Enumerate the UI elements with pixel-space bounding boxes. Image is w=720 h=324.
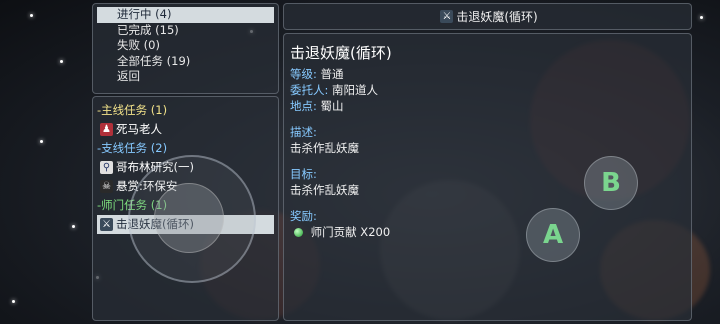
skull-icon: ☠: [100, 180, 113, 193]
category-main[interactable]: -主线任务 (1): [97, 101, 274, 120]
desc-value: 击杀作乱妖魔: [290, 141, 359, 155]
gem-icon: [294, 228, 303, 237]
desc-label: 描述:: [290, 125, 317, 139]
sword-icon: ⚔: [100, 218, 113, 231]
client-label: 委托人:: [290, 83, 329, 97]
reward-value: 师门贡献 X200: [310, 225, 391, 239]
quest-location: 地点: 蜀山: [290, 98, 685, 114]
filter-failed[interactable]: 失败 (0): [97, 38, 274, 54]
filter-in-progress[interactable]: 进行中 (4): [97, 7, 274, 23]
filter-all[interactable]: 全部任务 (19): [97, 54, 274, 70]
a-button[interactable]: A: [526, 208, 580, 262]
person-icon: ♟: [100, 123, 113, 136]
sword-icon: ⚔: [440, 10, 454, 23]
quest-detail-header: ⚔ 击退妖魔(循环): [283, 3, 692, 30]
location-value: 蜀山: [320, 99, 344, 113]
quest-client: 委托人: 南阳道人: [290, 82, 685, 98]
client-value: 南阳道人: [332, 83, 379, 97]
quest-label-main: 死马老人: [116, 122, 162, 136]
back-button[interactable]: 返回: [97, 69, 274, 85]
quest-item-main[interactable]: ♟ 死马老人: [97, 120, 274, 139]
quest-level: 等级: 普通: [290, 66, 685, 82]
level-label: 等级:: [290, 67, 317, 81]
category-side-label: -支线任务 (2): [97, 141, 168, 155]
filter-completed[interactable]: 已完成 (15): [97, 23, 274, 39]
reward-label: 奖励:: [290, 209, 317, 223]
quest-title: 击退妖魔(循环): [290, 44, 392, 62]
category-main-label: -主线任务 (1): [97, 103, 168, 117]
joystick-knob[interactable]: [154, 183, 224, 253]
quest-filter-menu: 进行中 (4) 已完成 (15) 失败 (0) 全部任务 (19) 返回: [92, 3, 279, 94]
location-label: 地点:: [290, 99, 317, 113]
reward-item: 师门贡献 X200: [290, 224, 685, 240]
b-button[interactable]: B: [584, 156, 638, 210]
level-value: 普通: [320, 67, 344, 81]
magnifier-icon: ⚲: [100, 161, 113, 174]
quest-detail-header-title: 击退妖魔(循环): [456, 10, 538, 24]
